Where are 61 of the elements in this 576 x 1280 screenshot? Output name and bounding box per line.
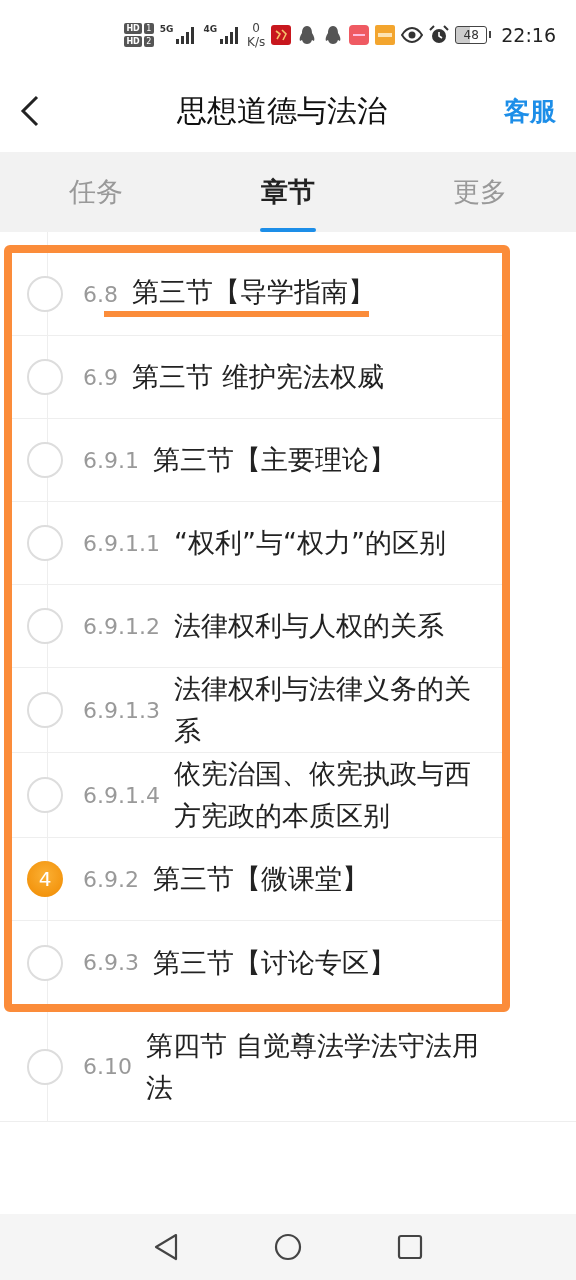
chapter-number: 6.9.1.4 xyxy=(83,782,160,808)
chapter-row[interactable]: 6.9.1 第三节【主要理论】 xyxy=(12,419,502,502)
status-circle xyxy=(27,525,63,561)
page-title: 思想道德与法治 xyxy=(176,91,388,130)
back-icon xyxy=(20,95,40,127)
sim-number: 1 xyxy=(143,23,154,34)
chapter-row[interactable]: 6.10 第四节 自觉尊法学法守法用法 xyxy=(0,1012,576,1122)
chapter-row[interactable]: 6.9.1.2 法律权利与人权的关系 xyxy=(12,585,502,668)
status-circle xyxy=(27,276,63,312)
chapter-title: 法律权利与人权的关系 xyxy=(173,609,445,643)
app-icon xyxy=(375,25,396,45)
chapter-title: 第三节【导学指南】 xyxy=(132,275,376,309)
eye-icon xyxy=(401,27,424,43)
network-type: 4G xyxy=(203,24,218,34)
chapter-row[interactable]: 6.9.1.3 法律权利与法律义务的关系 xyxy=(12,668,502,753)
recents-nav-icon[interactable] xyxy=(397,1234,423,1260)
chapter-title: “权利”与“权力”的区别 xyxy=(173,526,447,560)
app-icon xyxy=(349,25,370,45)
status-circle xyxy=(27,442,63,478)
sim-label: HD xyxy=(124,23,142,34)
alarm-icon xyxy=(429,25,450,45)
speed-unit: K/s xyxy=(247,35,266,49)
status-circle xyxy=(27,944,63,981)
chapter-row[interactable]: 4 6.9.2 第三节【微课堂】 xyxy=(12,838,502,921)
chapter-title: 第三节 维护宪法权威 xyxy=(132,360,385,394)
status-circle xyxy=(27,692,63,728)
chapter-title: 第三节【主要理论】 xyxy=(153,443,397,477)
chapter-number: 6.9.1 xyxy=(83,447,139,473)
sim-label: HD xyxy=(124,36,142,47)
tab[interactable]: 章节 xyxy=(192,152,384,232)
chapter-row[interactable]: 6.9.1.1 “权利”与“权力”的区别 xyxy=(12,502,502,585)
clock-time: 22:16 xyxy=(501,24,556,46)
app-icon xyxy=(271,25,292,45)
back-nav-icon[interactable] xyxy=(153,1233,179,1261)
chapter-row[interactable]: 6.9.3 第三节【讨论专区】 xyxy=(12,921,502,1004)
chapter-number: 6.9.1.3 xyxy=(83,697,160,723)
chapter-number: 6.9.1.2 xyxy=(83,613,160,639)
progress-badge: 4 xyxy=(27,861,63,897)
home-nav-icon[interactable] xyxy=(274,1233,302,1261)
status-circle xyxy=(27,608,63,644)
chapter-row[interactable]: 6.8 第三节【导学指南】 xyxy=(12,253,502,336)
status-circle xyxy=(27,359,63,395)
network-type: 5G xyxy=(159,24,174,34)
status-circle xyxy=(27,777,63,813)
sim-number: 2 xyxy=(143,36,154,47)
chapter-number: 6.9.3 xyxy=(83,950,139,975)
chapter-row[interactable]: 6.9.1.4 依宪治国、依宪执政与西方宪政的本质区别 xyxy=(12,753,502,838)
chapter-title: 法律权利与法律义务的关系 xyxy=(173,672,472,748)
chapter-number: 6.9.2 xyxy=(83,866,139,892)
chapter-title: 第四节 自觉尊法学法守法用法 xyxy=(146,1028,480,1105)
chapter-number: 6.10 xyxy=(83,1054,132,1079)
status-circle xyxy=(27,1048,63,1085)
chapter-number: 6.9.1.1 xyxy=(83,530,160,556)
chapter-title: 第三节【微课堂】 xyxy=(153,862,370,896)
chapter-number: 6.8 xyxy=(83,281,118,307)
speed-value: 0 xyxy=(252,21,260,35)
chapter-title: 依宪治国、依宪执政与西方宪政的本质区别 xyxy=(173,757,472,833)
chapter-number: 6.9 xyxy=(83,364,118,390)
battery-icon: 48 xyxy=(455,26,488,44)
chapter-title: 第三节【讨论专区】 xyxy=(153,945,397,980)
chapter-row[interactable]: 6.9 第三节 维护宪法权威 xyxy=(12,336,502,419)
